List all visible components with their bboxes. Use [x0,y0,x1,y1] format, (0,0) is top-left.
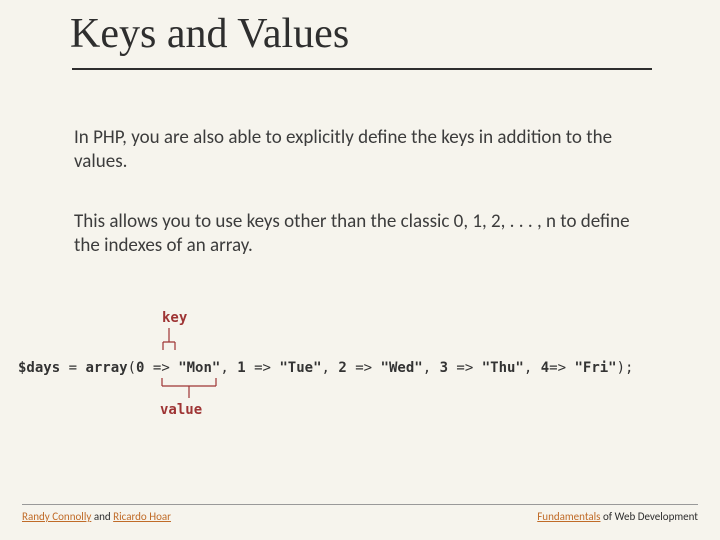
code-k3: 3 [440,360,448,376]
code-s3: , [524,360,541,376]
paragraph-1: In PHP, you are also able to explicitly … [74,126,634,174]
author-link-1[interactable]: Randy Connolly [22,510,91,523]
code-fn: array [85,360,127,376]
footer-and: and [91,510,113,523]
code-k4: 4 [541,360,549,376]
annotation-value-label: value [160,402,202,418]
footer-left: Randy Connolly and Ricardo Hoar [22,510,171,523]
author-link-2[interactable]: Ricardo Hoar [113,510,171,523]
annotation-bracket-bottom-icon [158,378,220,402]
code-a1: => [246,360,280,376]
code-s0: , [220,360,237,376]
code-k1: 1 [237,360,245,376]
footer-right: Fundamentals of Web Development [537,510,698,523]
code-a2: => [347,360,381,376]
title-underline [72,68,652,70]
annotation-bracket-top-icon [161,328,177,356]
code-v0: "Mon" [178,360,220,376]
footer-divider [22,504,698,505]
footer-book-link[interactable]: Fundamentals [537,510,600,523]
code-v2: "Wed" [381,360,423,376]
code-a4: => [549,360,574,376]
code-eq: = [60,360,85,376]
code-k2: 2 [338,360,346,376]
slide: Keys and Values In PHP, you are also abl… [0,0,720,540]
code-v4: "Fri" [574,360,616,376]
paragraph-2: This allows you to use keys other than t… [74,210,634,258]
code-open: ( [128,360,136,376]
code-close: ); [617,360,634,376]
slide-title: Keys and Values [70,10,349,58]
code-s1: , [322,360,339,376]
code-a3: => [448,360,482,376]
footer-book-rest: of Web Development [600,510,698,523]
annotation-key-label: key [162,310,187,326]
code-var: $days [18,360,60,376]
code-v3: "Thu" [482,360,524,376]
code-s2: , [423,360,440,376]
code-a0: => [144,360,178,376]
code-v1: "Tue" [279,360,321,376]
code-line: $days = array(0 => "Mon", 1 => "Tue", 2 … [18,360,714,376]
